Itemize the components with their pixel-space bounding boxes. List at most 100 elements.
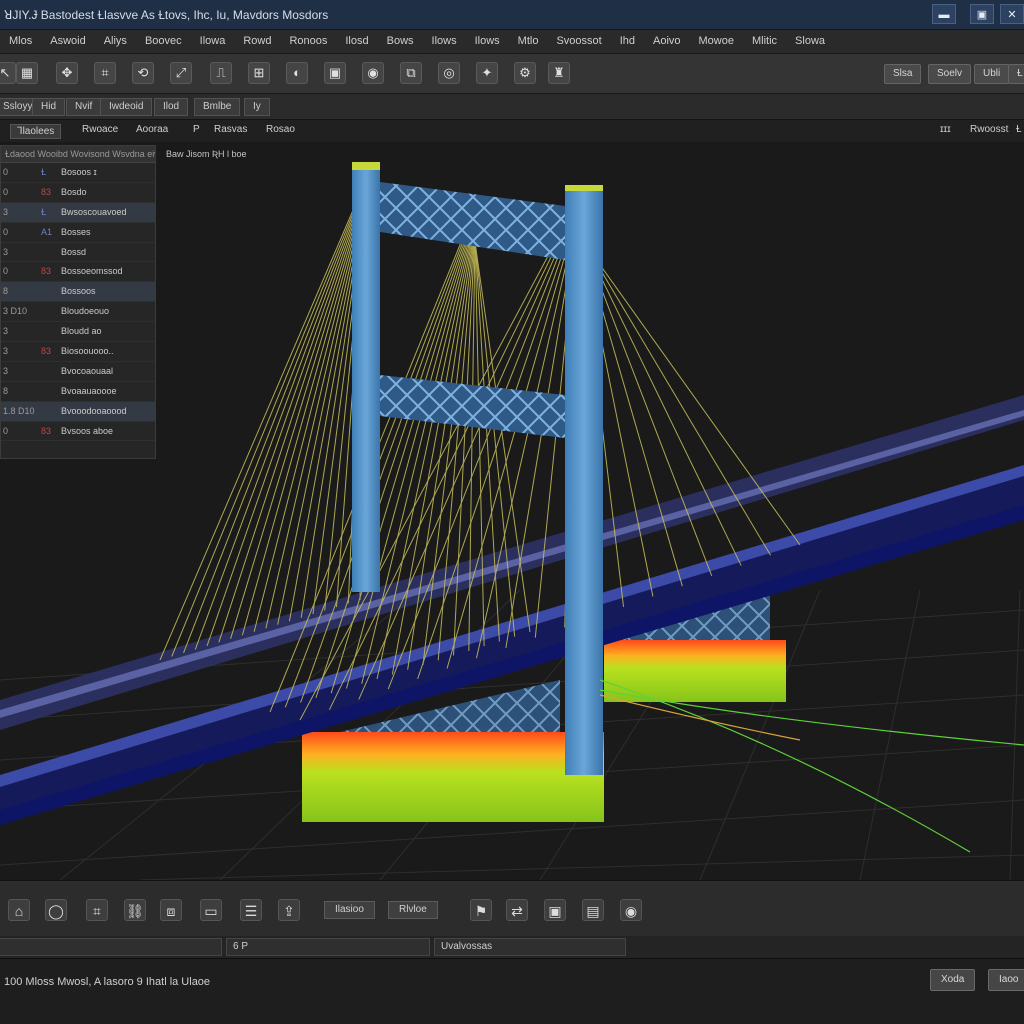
grid-icon[interactable]: ▦ [16,62,38,84]
outliner-rows: 0 Ɫ Bosoos ɪ 0 83 Bosdo 3 Ɫ Bwsoscouavoed 0 A1 Boss… [1,163,155,442]
field-2[interactable]: 6 P [226,938,430,956]
status-button-2[interactable]: Iaoo [988,969,1024,991]
outliner-row[interactable]: 0 A1 Bosses [1,223,155,243]
stay-cable [284,209,476,708]
menu-item-17[interactable]: Mlitic [743,35,786,47]
camera-icon[interactable]: ⧉ [400,62,422,84]
viewport-tab-2[interactable]: Rwoace [82,124,118,135]
outliner-row[interactable]: 0 83 Bossoeomssod [1,262,155,283]
menu-item-2[interactable]: Aswoid [41,35,94,47]
rotate-icon[interactable]: ⟲ [132,62,154,84]
menu-item-14[interactable]: Ihd [611,35,644,47]
outliner-row[interactable]: 8 Bvoaauaoooe [1,382,155,402]
tab-7[interactable]: Iy [244,98,270,116]
viewport-tab-3[interactable]: Aooraa [136,124,168,135]
circle-icon[interactable]: ◐ [286,62,308,84]
pipe-icon[interactable]: ⎍ [210,62,232,84]
frame-icon[interactable]: ▣ [544,899,566,921]
viewport-control-2[interactable]: Rwoosst [970,124,1008,135]
menu-item-3[interactable]: Aliys [95,35,136,47]
close-button[interactable]: ✕ [1000,4,1024,24]
outliner-row[interactable]: 0 83 Bosdo [1,183,155,203]
outliner-row[interactable]: 3 Bvocoaouaal [1,362,155,382]
outliner-row[interactable]: 3 Bossd [1,243,155,263]
row-index: 1.8 D10 [3,405,35,416]
circle-icon[interactable]: ◯ [45,899,67,921]
menu-item-11[interactable]: Ilows [466,35,509,47]
viewport-tab-5[interactable]: Rasvas [214,124,247,135]
toolbar-button-2[interactable]: Soelv [928,64,972,84]
outliner-row[interactable]: 0 Ɫ Bosoos ɪ [1,163,155,183]
stay-cable [171,181,367,657]
export-icon[interactable]: ⇪ [278,899,300,921]
outliner-row[interactable]: 3 D10 Bloudoeouo [1,302,155,323]
outliner-row[interactable]: 8 Bossoos [1,282,155,303]
row-tag: 83 [41,186,52,197]
target-icon[interactable]: ◎ [438,62,460,84]
menu-item-7[interactable]: Ronoos [280,35,336,47]
menu-item-1[interactable]: Mlos [0,35,41,47]
scale-icon[interactable]: ⤢ [170,62,192,84]
sphere-icon[interactable]: ⌂ [8,899,30,921]
menu-item-5[interactable]: Ilowa [191,35,235,47]
row-label: Bosoos ɪ [61,167,97,177]
row-index: 3 D10 [3,306,28,317]
tab-2[interactable]: Hid [32,98,66,116]
gear-icon[interactable]: ⚙ [514,62,536,84]
outliner-row[interactable]: 1.8 D10 Bvooodooaoood [1,401,155,422]
viewport-tab-6[interactable]: Rosao [266,124,295,135]
render-icon[interactable]: ▣ [324,62,346,84]
status-button-1[interactable]: Xoda [930,969,976,991]
node-icon[interactable]: ⌗ [94,62,116,84]
row-index: 3 [3,246,9,257]
tab-4[interactable]: Iwdeoid [100,98,153,116]
move-icon[interactable]: ✥ [56,62,78,84]
menu-item-6[interactable]: Rowd [234,35,280,47]
globe-icon[interactable]: ◉ [620,899,642,921]
menu-item-8[interactable]: Ilosd [336,35,377,47]
viewport-control-1[interactable]: ɪɪɪ [940,124,951,135]
layers-icon[interactable]: ☰ [240,899,262,921]
menu-item-10[interactable]: Ilows [423,35,466,47]
lamp-icon[interactable]: ♜ [548,62,570,84]
outliner-row[interactable]: 3 83 Biosoouooo.. [1,342,155,362]
outliner-row[interactable]: 3 Ɫ Bwsoscouavoed [1,202,155,223]
viewport-tab-4[interactable]: P [193,124,200,135]
menu-item-16[interactable]: Mowoe [690,35,743,47]
panel-icon[interactable]: ▤ [582,899,604,921]
menu-item-4[interactable]: Boovec [136,35,191,47]
stay-cable [194,185,367,650]
monitor-icon[interactable]: ▭ [200,899,222,921]
menu-item-15[interactable]: Aoivo [644,35,690,47]
toolbar-button-3[interactable]: Ubli [974,64,1010,84]
tab-5[interactable]: Ilod [154,98,189,116]
bottom-button-1[interactable]: Ilasioo [324,901,375,919]
light-icon[interactable]: ✦ [476,62,498,84]
menu-item-12[interactable]: Mtlo [509,35,548,47]
cursor-icon[interactable]: ↖ [0,62,16,84]
minimize-button[interactable]: ▬ [932,4,956,24]
share-icon[interactable]: ⇄ [506,899,528,921]
menu-item-18[interactable]: Slowa [786,35,834,47]
tab-3[interactable]: Nvif [66,98,102,116]
field-1[interactable] [0,938,222,956]
maximize-button[interactable]: ▣ [970,4,994,24]
cube-icon[interactable]: ⧈ [160,899,182,921]
node-icon[interactable]: ⌗ [86,899,108,921]
bottom-button-2[interactable]: Rlvloe [388,901,438,919]
link-icon[interactable]: ⛓ [124,899,146,921]
menu-item-9[interactable]: Bows [378,35,423,47]
bucket-icon[interactable]: ⚑ [470,899,492,921]
toolbar-button-1[interactable]: Slsa [884,64,922,84]
viewport-tab-1[interactable]: Ꞁlaolees [10,124,62,139]
outliner-row[interactable]: 0 83 Bvsoos aboe [1,422,155,442]
tab-6[interactable]: Bmlbe [194,98,241,116]
sphere-icon[interactable]: ◉ [362,62,384,84]
mesh-icon[interactable]: ⊞ [248,62,270,84]
outliner-row[interactable]: 3 Bloudd ao [1,322,155,343]
viewport-control-3[interactable]: Ɫ [1016,124,1022,135]
menu-item-13[interactable]: Svoossot [547,35,610,47]
field-3[interactable]: Uvalvossas [434,938,626,956]
window-title: ꓤJIY.Ɉ Bastodest Ɫlasvve As Ɫtovs, Ihc, … [4,8,329,22]
toolbar-button-4[interactable]: Ɫ [1008,64,1024,84]
